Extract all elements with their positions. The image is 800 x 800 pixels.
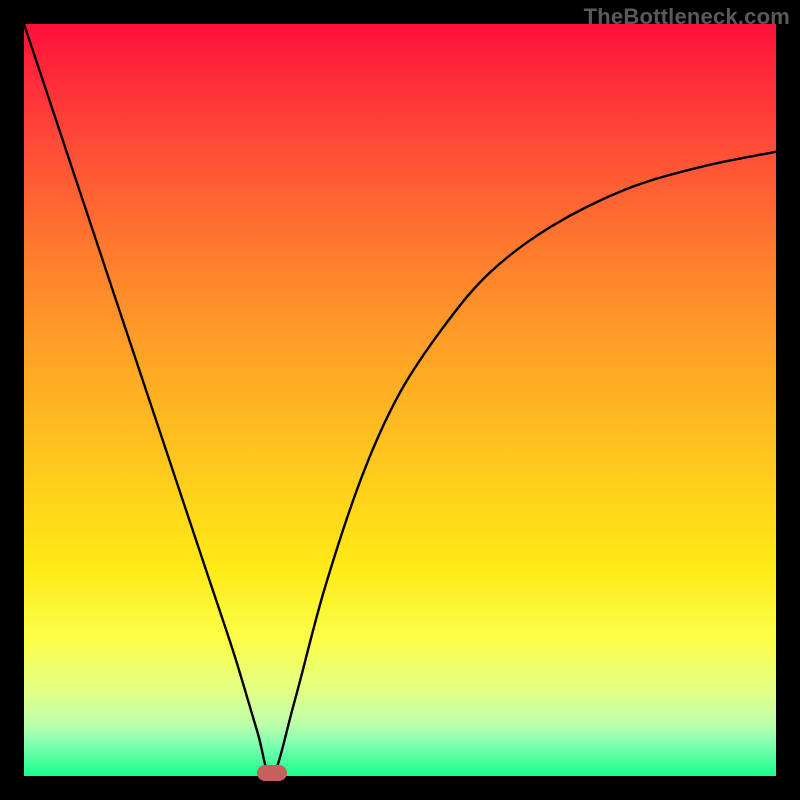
- curve-path: [24, 24, 776, 776]
- watermark-text: TheBottleneck.com: [584, 4, 790, 30]
- plot-area: [24, 24, 776, 776]
- bottleneck-curve: [24, 24, 776, 776]
- min-marker: [257, 765, 287, 781]
